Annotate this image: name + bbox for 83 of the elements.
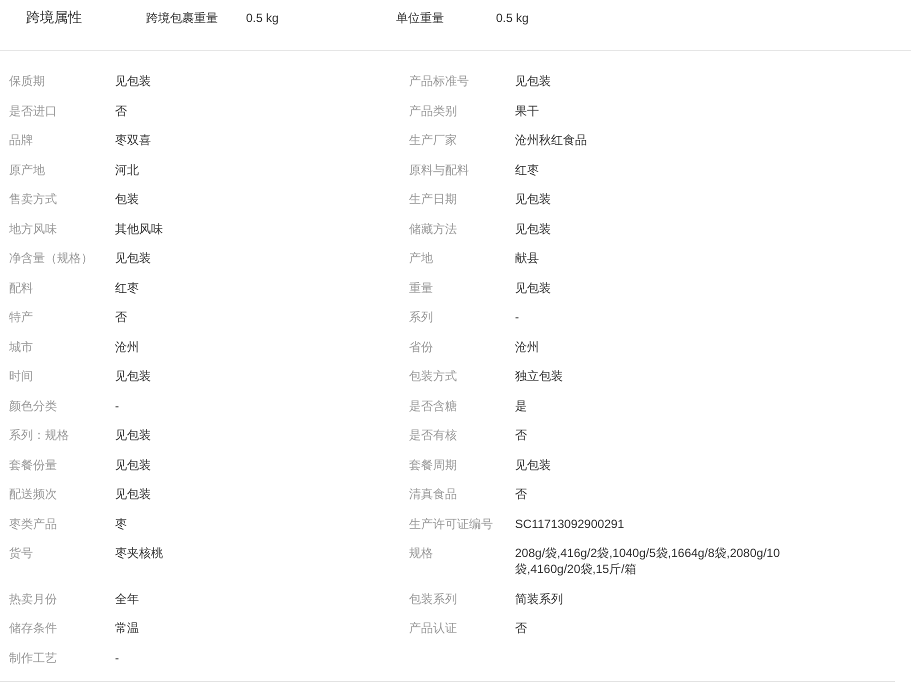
attribute-value: 果干 — [515, 102, 539, 118]
attribute-value: 见包装 — [515, 280, 551, 296]
attribute-value: 否 — [115, 102, 127, 118]
attribute-label: 是否有核 — [409, 427, 457, 443]
attribute-label: 产地 — [409, 250, 433, 266]
attribute-label: 套餐周期 — [409, 456, 457, 472]
attribute-value: 献县 — [515, 250, 539, 266]
attribute-label: 包装方式 — [409, 368, 457, 384]
attribute-label: 是否进口 — [9, 102, 57, 118]
attribute-value: - — [115, 650, 119, 666]
attribute-label: 系列：规格 — [9, 427, 69, 443]
attribute-label: 产品类别 — [409, 102, 457, 118]
attribute-value: 是 — [515, 398, 527, 414]
attribute-label: 制作工艺 — [9, 650, 57, 666]
attribute-value: 0.5 kg — [246, 11, 280, 25]
attribute-label: 包装系列 — [409, 590, 457, 606]
attribute-value: 否 — [515, 620, 527, 636]
attribute-value: 否 — [115, 309, 127, 325]
attribute-value: 见包装 — [115, 250, 151, 266]
attribute-value: 枣 — [115, 516, 127, 532]
attribute-label: 是否含糖 — [409, 398, 457, 414]
attribute-label: 省份 — [409, 338, 433, 354]
attribute-value: 见包装 — [115, 427, 151, 443]
attribute-label: 热卖月份 — [9, 590, 57, 606]
attribute-label: 套餐份量 — [9, 456, 57, 472]
attribute-label: 规格 — [409, 545, 433, 561]
attribute-label: 品牌 — [9, 132, 33, 148]
attribute-value: 河北 — [115, 162, 139, 178]
attribute-label: 储藏方法 — [409, 220, 457, 236]
attribute-label: 售卖方式 — [9, 191, 57, 207]
attribute-label: 地方风味 — [9, 220, 57, 236]
attribute-label: 生产许可证编号 — [409, 516, 493, 532]
attribute-label: 货号 — [9, 545, 33, 561]
attribute-value: 见包装 — [515, 456, 551, 472]
attribute-value: 枣夹核桃 — [115, 545, 163, 561]
attribute-label: 生产厂家 — [409, 132, 457, 148]
attribute-value: 红枣 — [515, 162, 539, 178]
attribute-value: 见包装 — [115, 456, 151, 472]
attribute-value: 沧州 — [115, 338, 139, 354]
attribute-value: 独立包装 — [515, 368, 563, 384]
attribute-label: 保质期 — [9, 73, 45, 89]
attribute-value: 全年 — [115, 590, 139, 606]
attribute-value: 常温 — [115, 620, 139, 636]
attribute-label: 跨境包裹重量 — [146, 10, 219, 26]
attribute-label: 清真食品 — [409, 486, 457, 502]
attribute-label: 城市 — [9, 338, 33, 354]
attribute-value: 沧州 — [515, 338, 539, 354]
attribute-value: 见包装 — [515, 191, 551, 207]
attribute-value: 沧州秋红食品 — [515, 132, 587, 148]
attribute-label: 产品标准号 — [409, 73, 469, 89]
attribute-label: 重量 — [409, 280, 433, 296]
attribute-label: 原料与配料 — [409, 162, 469, 178]
attribute-value: 0.5 kg — [496, 11, 530, 25]
section-title: 跨境属性 — [26, 9, 83, 27]
attribute-label: 时间 — [9, 368, 33, 384]
attribute-value: 见包装 — [515, 73, 551, 89]
attribute-label: 生产日期 — [409, 191, 457, 207]
attribute-value: - — [515, 309, 519, 325]
attribute-value: 见包装 — [515, 220, 551, 236]
attribute-value: 见包装 — [115, 368, 151, 384]
attribute-value: - — [115, 398, 119, 414]
attribute-value: 否 — [515, 486, 527, 502]
attribute-value: 见包装 — [115, 486, 151, 502]
attribute-value: 见包装 — [115, 73, 151, 89]
attribute-label: 储存条件 — [9, 620, 57, 636]
attribute-label: 系列 — [409, 309, 433, 325]
attribute-label: 净含量（规格） — [9, 250, 93, 266]
attribute-label: 特产 — [9, 309, 33, 325]
attribute-value: 包装 — [115, 191, 139, 207]
attribute-value: 否 — [515, 427, 527, 443]
attribute-label: 枣类产品 — [9, 516, 57, 532]
attribute-value: 其他风味 — [115, 220, 163, 236]
attribute-label: 颜色分类 — [9, 398, 57, 414]
attribute-label: 原产地 — [9, 162, 45, 178]
attribute-value: 简装系列 — [515, 590, 563, 606]
attribute-value: 208g/袋,416g/2袋,1040g/5袋,1664g/8袋,2080g/10袋,4160g/20袋,15斤/箱 — [515, 545, 781, 577]
attribute-label: 单位重量 — [396, 10, 445, 26]
attribute-label: 配料 — [9, 280, 33, 296]
attribute-label: 产品认证 — [409, 620, 457, 636]
attribute-value: 红枣 — [115, 280, 139, 296]
attribute-label: 配送频次 — [9, 486, 57, 502]
attribute-value: SC11713092900291 — [515, 516, 624, 532]
attribute-value: 枣双喜 — [115, 132, 151, 148]
